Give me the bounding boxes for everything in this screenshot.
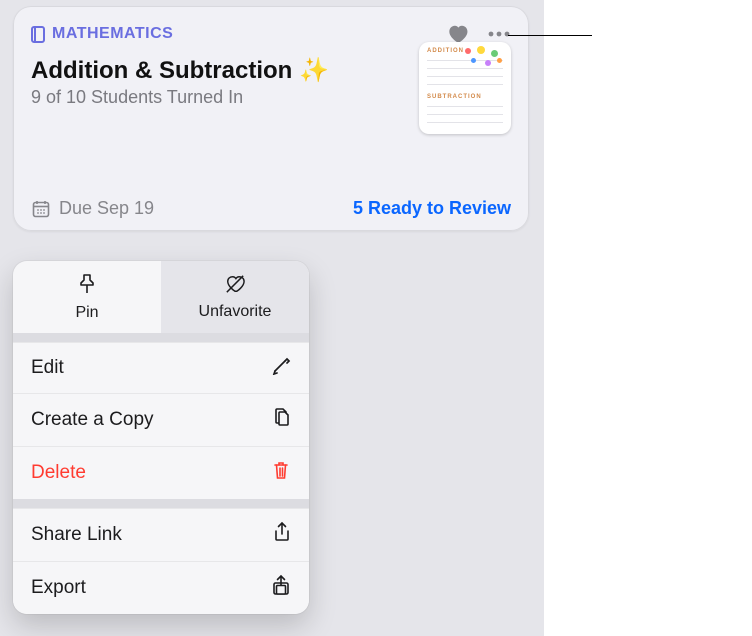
export-icon (271, 574, 291, 602)
export-label: Export (31, 577, 86, 599)
share-link-item[interactable]: Share Link (13, 508, 309, 561)
calendar-icon (31, 199, 51, 219)
callout-line (508, 35, 592, 36)
assignment-thumbnail[interactable]: ADDITION SUBTRACTION (419, 42, 511, 134)
edit-item[interactable]: Edit (13, 342, 309, 393)
due-date: Due Sep 19 (31, 198, 154, 219)
pin-icon (77, 273, 97, 300)
export-item[interactable]: Export (13, 561, 309, 614)
assignment-title: Addition & Subtraction ✨ (31, 56, 409, 85)
assignment-card: MATHEMATICS Addition & Subtraction ✨ 9 (13, 6, 529, 231)
create-copy-label: Create a Copy (31, 409, 154, 431)
assignment-subtitle: 9 of 10 Students Turned In (31, 87, 409, 108)
delete-label: Delete (31, 462, 86, 484)
heart-slash-icon (224, 274, 246, 299)
edit-label: Edit (31, 357, 64, 379)
share-icon (273, 521, 291, 549)
trash-icon (271, 459, 291, 487)
pin-tab-label: Pin (75, 304, 98, 322)
book-icon (31, 26, 46, 43)
unfavorite-tab-label: Unfavorite (199, 303, 272, 321)
share-link-label: Share Link (31, 524, 122, 546)
ready-to-review-link[interactable]: 5 Ready to Review (353, 198, 511, 219)
heart-icon (448, 24, 470, 44)
class-label[interactable]: MATHEMATICS (31, 25, 173, 43)
pencil-icon (271, 355, 291, 381)
create-copy-item[interactable]: Create a Copy (13, 393, 309, 446)
context-menu: Pin Unfavorite Edit (13, 261, 309, 614)
delete-item[interactable]: Delete (13, 446, 309, 499)
copy-icon (271, 406, 291, 434)
class-label-text: MATHEMATICS (52, 25, 173, 43)
pin-tab[interactable]: Pin (13, 261, 161, 333)
due-date-text: Due Sep 19 (59, 198, 154, 219)
more-icon (488, 31, 510, 37)
unfavorite-tab[interactable]: Unfavorite (161, 261, 309, 333)
